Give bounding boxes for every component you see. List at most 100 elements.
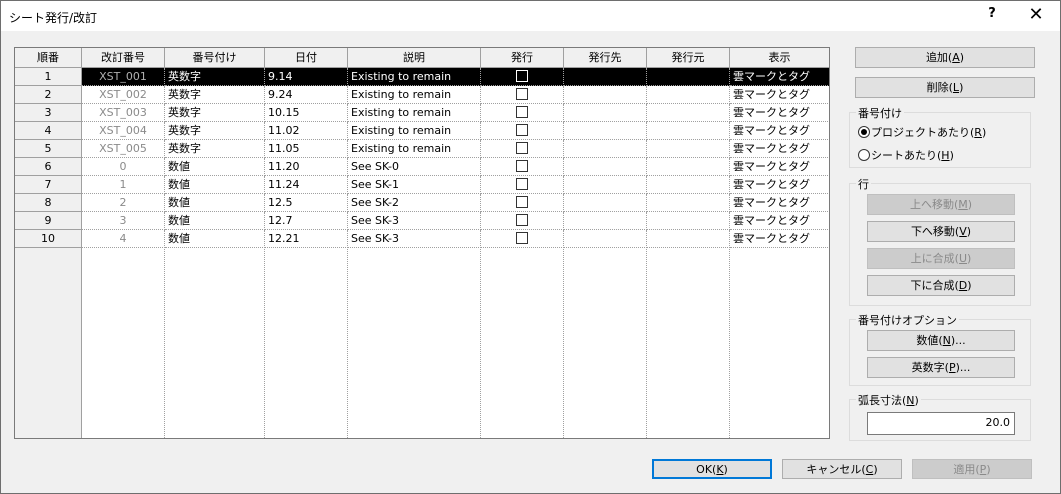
show-cell[interactable]: 雲マークとタグ bbox=[730, 68, 829, 86]
description-cell[interactable]: Existing to remain bbox=[348, 68, 481, 86]
issued-checkbox[interactable] bbox=[516, 160, 528, 172]
per-sheet-radio[interactable]: シートあたり(H) bbox=[858, 147, 954, 163]
show-cell[interactable]: 雲マークとタグ bbox=[730, 194, 829, 212]
issued-to-cell[interactable] bbox=[564, 122, 647, 140]
show-cell[interactable]: 雲マークとタグ bbox=[730, 86, 829, 104]
show-cell[interactable]: 雲マークとタグ bbox=[730, 104, 829, 122]
column-header[interactable]: 発行 bbox=[481, 48, 564, 68]
column-header[interactable]: 発行先 bbox=[564, 48, 647, 68]
description-cell[interactable]: Existing to remain bbox=[348, 104, 481, 122]
table-row[interactable]: 9 3 数値 12.7 See SK-3 雲マークとタグ bbox=[15, 212, 829, 230]
show-cell[interactable]: 雲マークとタグ bbox=[730, 212, 829, 230]
table-row[interactable]: 7 1 数値 11.24 See SK-1 雲マークとタグ bbox=[15, 176, 829, 194]
date-cell[interactable]: 10.15 bbox=[265, 104, 348, 122]
numbering-cell[interactable]: 英数字 bbox=[165, 68, 265, 86]
move-down-button[interactable]: 下へ移動(V) bbox=[867, 221, 1015, 242]
issued-to-cell[interactable] bbox=[564, 68, 647, 86]
issued-to-cell[interactable] bbox=[564, 176, 647, 194]
issued-by-cell[interactable] bbox=[647, 194, 730, 212]
revision-number-cell[interactable]: 3 bbox=[82, 212, 165, 230]
table-row[interactable]: 8 2 数値 12.5 See SK-2 雲マークとタグ bbox=[15, 194, 829, 212]
merge-up-button[interactable]: 上に合成(U) bbox=[867, 248, 1015, 269]
description-cell[interactable]: See SK-1 bbox=[348, 176, 481, 194]
issued-checkbox[interactable] bbox=[516, 70, 528, 82]
date-cell[interactable]: 9.24 bbox=[265, 86, 348, 104]
move-up-button[interactable]: 上へ移動(M) bbox=[867, 194, 1015, 215]
column-header[interactable]: 説明 bbox=[348, 48, 481, 68]
revision-number-cell[interactable]: XST_003 bbox=[82, 104, 165, 122]
numbering-cell[interactable]: 数値 bbox=[165, 212, 265, 230]
issued-checkbox[interactable] bbox=[516, 196, 528, 208]
column-header[interactable]: 日付 bbox=[265, 48, 348, 68]
seq-cell[interactable]: 5 bbox=[15, 140, 82, 158]
revision-number-cell[interactable]: XST_002 bbox=[82, 86, 165, 104]
issued-checkbox[interactable] bbox=[516, 88, 528, 100]
revision-number-cell[interactable]: 2 bbox=[82, 194, 165, 212]
ok-button[interactable]: OK(K) bbox=[652, 459, 772, 479]
issued-by-cell[interactable] bbox=[647, 86, 730, 104]
apply-button[interactable]: 適用(P) bbox=[912, 459, 1032, 479]
column-header[interactable]: 番号付け bbox=[165, 48, 265, 68]
description-cell[interactable]: See SK-3 bbox=[348, 230, 481, 248]
table-row[interactable]: 10 4 数値 12.21 See SK-3 雲マークとタグ bbox=[15, 230, 829, 248]
description-cell[interactable]: Existing to remain bbox=[348, 86, 481, 104]
issued-to-cell[interactable] bbox=[564, 140, 647, 158]
issued-to-cell[interactable] bbox=[564, 104, 647, 122]
description-cell[interactable]: Existing to remain bbox=[348, 140, 481, 158]
numbering-cell[interactable]: 数値 bbox=[165, 158, 265, 176]
numbering-cell[interactable]: 英数字 bbox=[165, 86, 265, 104]
date-cell[interactable]: 11.20 bbox=[265, 158, 348, 176]
help-icon[interactable]: ? bbox=[981, 6, 1003, 26]
revision-number-cell[interactable]: XST_004 bbox=[82, 122, 165, 140]
per-project-radio[interactable]: プロジェクトあたり(R) bbox=[858, 124, 986, 140]
revision-number-cell[interactable]: XST_005 bbox=[82, 140, 165, 158]
numeric-options-button[interactable]: 数値(N)... bbox=[867, 330, 1015, 351]
revision-number-cell[interactable]: 1 bbox=[82, 176, 165, 194]
table-row[interactable]: 2 XST_002 英数字 9.24 Existing to remain 雲マークとタグ bbox=[15, 86, 829, 104]
show-cell[interactable]: 雲マークとタグ bbox=[730, 122, 829, 140]
date-cell[interactable]: 9.14 bbox=[265, 68, 348, 86]
description-cell[interactable]: See SK-0 bbox=[348, 158, 481, 176]
issued-by-cell[interactable] bbox=[647, 212, 730, 230]
seq-cell[interactable]: 7 bbox=[15, 176, 82, 194]
show-cell[interactable]: 雲マークとタグ bbox=[730, 230, 829, 248]
revision-number-cell[interactable]: 4 bbox=[82, 230, 165, 248]
numbering-cell[interactable]: 英数字 bbox=[165, 140, 265, 158]
description-cell[interactable]: See SK-2 bbox=[348, 194, 481, 212]
issued-by-cell[interactable] bbox=[647, 122, 730, 140]
issued-checkbox[interactable] bbox=[516, 142, 528, 154]
table-row[interactable]: 4 XST_004 英数字 11.02 Existing to remain 雲マークとタ… bbox=[15, 122, 829, 140]
revision-number-cell[interactable]: XST_001 bbox=[82, 68, 165, 86]
seq-cell[interactable]: 1 bbox=[15, 68, 82, 86]
numbering-cell[interactable]: 数値 bbox=[165, 230, 265, 248]
issued-checkbox[interactable] bbox=[516, 232, 528, 244]
date-cell[interactable]: 12.7 bbox=[265, 212, 348, 230]
date-cell[interactable]: 11.24 bbox=[265, 176, 348, 194]
close-icon[interactable]: ✕ bbox=[1021, 4, 1051, 28]
issued-by-cell[interactable] bbox=[647, 68, 730, 86]
show-cell[interactable]: 雲マークとタグ bbox=[730, 140, 829, 158]
table-row[interactable]: 3 XST_003 英数字 10.15 Existing to remain 雲マークとタ… bbox=[15, 104, 829, 122]
issued-by-cell[interactable] bbox=[647, 176, 730, 194]
cancel-button[interactable]: キャンセル(C) bbox=[782, 459, 902, 479]
issued-by-cell[interactable] bbox=[647, 140, 730, 158]
issued-checkbox[interactable] bbox=[516, 178, 528, 190]
seq-cell[interactable]: 9 bbox=[15, 212, 82, 230]
alphanumeric-options-button[interactable]: 英数字(P)... bbox=[867, 357, 1015, 378]
column-header[interactable]: 順番 bbox=[15, 48, 82, 68]
issued-by-cell[interactable] bbox=[647, 104, 730, 122]
seq-cell[interactable]: 4 bbox=[15, 122, 82, 140]
issued-to-cell[interactable] bbox=[564, 86, 647, 104]
issued-by-cell[interactable] bbox=[647, 158, 730, 176]
seq-cell[interactable]: 10 bbox=[15, 230, 82, 248]
issued-checkbox[interactable] bbox=[516, 214, 528, 226]
arc-length-input[interactable]: 20.0 bbox=[867, 412, 1015, 435]
revisions-table[interactable]: 順番 改訂番号 番号付け 日付 説明 発行 発行先 発行元 表示 1 XST_001 英数字 9.14 E… bbox=[14, 47, 830, 439]
revision-number-cell[interactable]: 0 bbox=[82, 158, 165, 176]
show-cell[interactable]: 雲マークとタグ bbox=[730, 176, 829, 194]
seq-cell[interactable]: 2 bbox=[15, 86, 82, 104]
column-header[interactable]: 表示 bbox=[730, 48, 829, 68]
description-cell[interactable]: See SK-3 bbox=[348, 212, 481, 230]
date-cell[interactable]: 11.02 bbox=[265, 122, 348, 140]
merge-down-button[interactable]: 下に合成(D) bbox=[867, 275, 1015, 296]
